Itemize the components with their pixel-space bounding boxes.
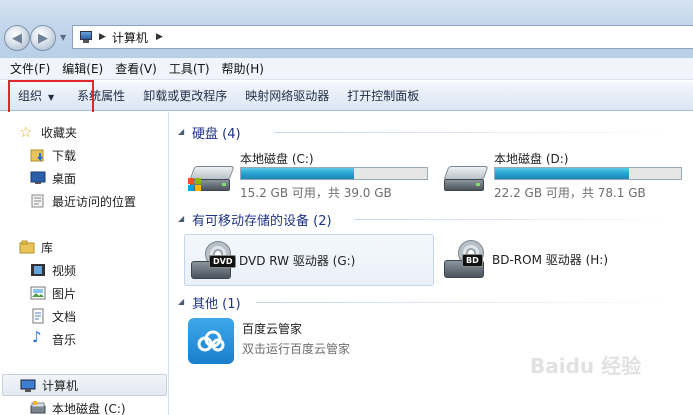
sidebar-item-label: 下载 <box>52 148 77 163</box>
sidebar-item-libraries[interactable]: 库 <box>0 236 168 258</box>
hard-drive-icon <box>188 162 236 196</box>
drive-local-disk-d[interactable]: 本地磁盘 (D:) 22.2 GB 可用，共 78.1 GB <box>440 150 690 210</box>
address-location[interactable]: 计算机 <box>112 29 148 46</box>
sidebar-item-music[interactable]: ♪ 音乐 <box>0 328 168 350</box>
dvd-drive-icon: DVD <box>191 241 237 283</box>
recent-places-icon <box>30 193 46 209</box>
menu-tools[interactable]: 工具(T) <box>163 58 216 80</box>
forward-button[interactable]: ▶ <box>30 25 56 51</box>
drive-usage-bar <box>494 167 682 180</box>
sidebar-item-label: 音乐 <box>52 332 77 347</box>
baidu-jingyan-watermark: Baidu 经验 <box>530 350 690 410</box>
system-properties-button[interactable]: 系统属性 <box>68 81 134 111</box>
organize-label: 组织 <box>18 88 43 103</box>
group-divider <box>354 219 674 220</box>
drive-space-info: 22.2 GB 可用，共 78.1 GB <box>494 186 646 200</box>
address-chevron-icon[interactable]: ▶ <box>156 32 163 42</box>
menu-view[interactable]: 查看(V) <box>109 58 163 80</box>
sidebar-item-computer[interactable]: 计算机 <box>2 374 167 396</box>
organize-button[interactable]: 组织 ▼ <box>8 81 68 111</box>
sidebar-item-local-disk-c[interactable]: 本地磁盘 (C:) <box>0 397 168 415</box>
downloads-folder-icon <box>30 147 46 163</box>
sidebar-item-label: 计算机 <box>42 378 79 393</box>
sidebar-item-favorites[interactable]: ☆ 收藏夹 <box>0 121 168 143</box>
watermark-text: Baidu 经验 <box>530 354 642 378</box>
forward-arrow-icon: ▶ <box>38 30 48 46</box>
collapse-triangle-icon[interactable]: ◢ <box>178 297 184 306</box>
group-divider <box>256 302 674 303</box>
recent-pages-dropdown[interactable]: ▼ <box>60 33 68 43</box>
group-title: 其他 (1) <box>192 297 241 312</box>
app-name: 百度云管家 <box>242 322 303 336</box>
sidebar-item-documents[interactable]: 文档 <box>0 305 168 327</box>
drive-usage-fill <box>495 168 629 179</box>
sidebar-item-label: 视频 <box>52 263 77 278</box>
libraries-icon <box>19 239 35 255</box>
bd-drive-icon: BD <box>444 240 486 282</box>
back-button[interactable]: ◀ <box>4 25 30 51</box>
drive-local-disk-c[interactable]: 本地磁盘 (C:) 15.2 GB 可用，共 39.0 GB <box>186 150 436 210</box>
collapse-triangle-icon[interactable]: ◢ <box>178 127 184 136</box>
drive-space-info: 15.2 GB 可用，共 39.0 GB <box>240 186 392 200</box>
windows-logo-icon <box>188 178 202 192</box>
sidebar-item-label: 库 <box>41 240 54 255</box>
menu-edit[interactable]: 编辑(E) <box>56 58 109 80</box>
sidebar-item-label: 图片 <box>52 286 77 301</box>
window-titlebar: ◀ ▶ ▼ ▶ 计算机 ▶ <box>0 0 693 58</box>
dvd-badge: DVD <box>209 255 237 268</box>
drive-usage-fill <box>241 168 354 179</box>
hard-drive-icon <box>443 162 490 196</box>
computer-icon <box>77 30 95 44</box>
sidebar-item-label: 收藏夹 <box>41 125 78 140</box>
app-baidu-yun[interactable]: 百度云管家 双击运行百度云管家 <box>170 318 430 368</box>
sidebar-item-recent-places[interactable]: 最近访问的位置 <box>0 190 168 212</box>
music-note-icon: ♪ <box>32 328 42 346</box>
drive-name: BD-ROM 驱动器 (H:) <box>492 253 608 267</box>
pictures-icon <box>30 285 46 301</box>
documents-icon <box>30 308 46 324</box>
dropdown-arrow-icon: ▼ <box>48 92 55 102</box>
drive-name: 本地磁盘 (C:) <box>240 152 314 166</box>
address-bar[interactable]: ▶ 计算机 ▶ <box>72 25 693 49</box>
sidebar-item-label: 本地磁盘 (C:) <box>52 401 126 415</box>
group-title: 有可移动存储的设备 (2) <box>192 214 332 229</box>
group-header-other[interactable]: ◢ 其他 (1) <box>170 291 693 312</box>
group-divider <box>274 132 674 133</box>
sidebar-item-downloads[interactable]: 下载 <box>0 144 168 166</box>
star-icon: ☆ <box>19 123 33 141</box>
uninstall-program-button[interactable]: 卸载或更改程序 <box>134 81 236 111</box>
command-bar: 组织 ▼ 系统属性 卸载或更改程序 映射网络驱动器 打开控制面板 <box>0 81 693 111</box>
menu-file[interactable]: 文件(F) <box>4 58 56 80</box>
drive-dvd-rw-g[interactable]: DVD DVD RW 驱动器 (G:) <box>184 234 434 286</box>
address-chevron-icon[interactable]: ▶ <box>99 32 106 42</box>
sidebar-item-desktop[interactable]: 桌面 <box>0 167 168 189</box>
sidebar-item-label: 最近访问的位置 <box>52 194 137 209</box>
group-header-hard-disks[interactable]: ◢ 硬盘 (4) <box>170 121 693 142</box>
sidebar-item-pictures[interactable]: 图片 <box>0 282 168 304</box>
sidebar-item-label: 文档 <box>52 309 77 324</box>
drive-name: 本地磁盘 (D:) <box>494 152 569 166</box>
group-header-removable-storage[interactable]: ◢ 有可移动存储的设备 (2) <box>170 208 693 229</box>
sidebar-item-label: 桌面 <box>52 171 77 186</box>
map-network-drive-button[interactable]: 映射网络驱动器 <box>236 81 338 111</box>
drive-bd-rom-h[interactable]: BD BD-ROM 驱动器 (H:) <box>438 234 688 286</box>
back-arrow-icon: ◀ <box>12 30 22 46</box>
group-title: 硬盘 (4) <box>192 127 241 142</box>
open-control-panel-button[interactable]: 打开控制面板 <box>338 81 428 111</box>
hard-drive-icon <box>30 400 46 415</box>
menu-help[interactable]: 帮助(H) <box>216 58 270 80</box>
app-description: 双击运行百度云管家 <box>242 342 351 356</box>
desktop-icon <box>30 170 46 186</box>
sidebar-item-videos[interactable]: 视频 <box>0 259 168 281</box>
drive-usage-bar <box>240 167 428 180</box>
drive-name: DVD RW 驱动器 (G:) <box>239 254 356 268</box>
computer-icon <box>20 378 36 394</box>
baidu-cloud-icon <box>188 318 234 364</box>
menu-bar: 文件(F) 编辑(E) 查看(V) 工具(T) 帮助(H) <box>0 58 693 80</box>
bd-badge: BD <box>462 254 483 267</box>
collapse-triangle-icon[interactable]: ◢ <box>178 214 184 223</box>
video-icon <box>30 262 46 278</box>
navigation-pane: ☆ 收藏夹 下载 桌面 最近访问的位置 库 视频 图片 文档 ♪ 音乐 计算机 … <box>0 112 169 415</box>
